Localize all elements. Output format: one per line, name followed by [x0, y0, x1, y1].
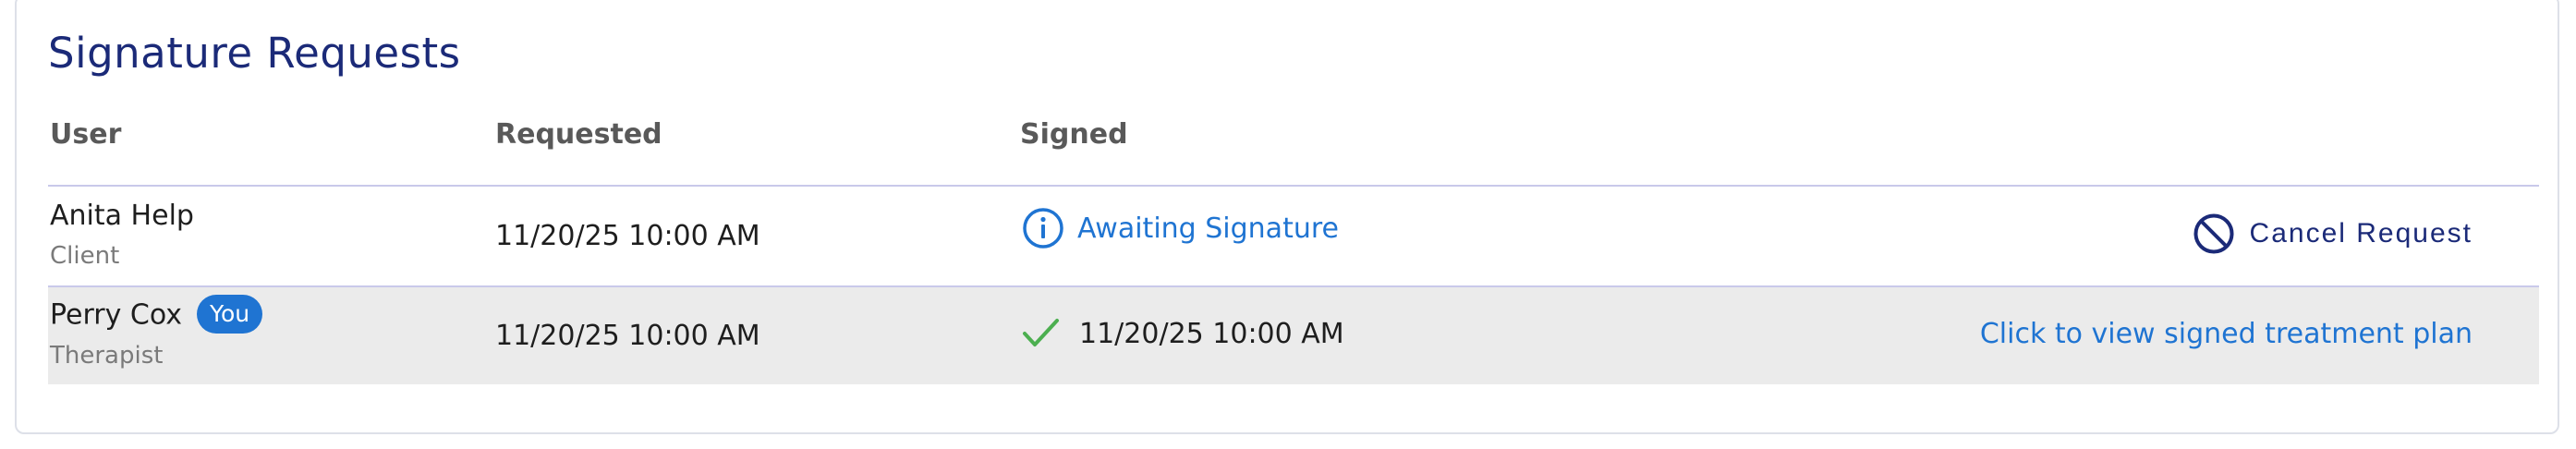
section-title: Signature Requests: [48, 29, 461, 78]
user-name: Anita Help: [50, 198, 194, 235]
user-name-text: Perry Cox: [50, 298, 183, 332]
signed-status: Awaiting Signature: [1022, 205, 1339, 251]
info-circle-icon: [1022, 207, 1064, 249]
signed-status-text: Awaiting Signature: [1077, 212, 1339, 245]
user-name: Perry Cox You: [50, 295, 263, 335]
column-header-user: User: [50, 118, 122, 151]
you-badge: You: [197, 295, 263, 334]
cancel-request-label: Cancel Request: [2249, 218, 2473, 249]
signed-date-text: 11/20/25 10:00 AM: [1079, 317, 1344, 350]
user-name-text: Anita Help: [50, 200, 194, 232]
table-row: Anita Help Client 11/20/25 10:00 AM Awai…: [48, 187, 2539, 285]
requested-date: 11/20/25 10:00 AM: [495, 320, 760, 352]
cancel-request-button[interactable]: Cancel Request: [2193, 211, 2473, 257]
signed-status: 11/20/25 10:00 AM: [1022, 310, 1344, 357]
user-role: Client: [50, 242, 120, 270]
cancel-icon: [2193, 212, 2235, 255]
table-row: Perry Cox You Therapist 11/20/25 10:00 AM…: [48, 285, 2539, 384]
column-header-signed: Signed: [1020, 118, 1128, 151]
requested-date: 11/20/25 10:00 AM: [495, 220, 760, 252]
column-header-requested: Requested: [495, 118, 662, 151]
user-role: Therapist: [50, 342, 164, 370]
checkmark-icon: [1022, 317, 1061, 350]
view-signed-treatment-plan-link[interactable]: Click to view signed treatment plan: [1980, 316, 2473, 353]
